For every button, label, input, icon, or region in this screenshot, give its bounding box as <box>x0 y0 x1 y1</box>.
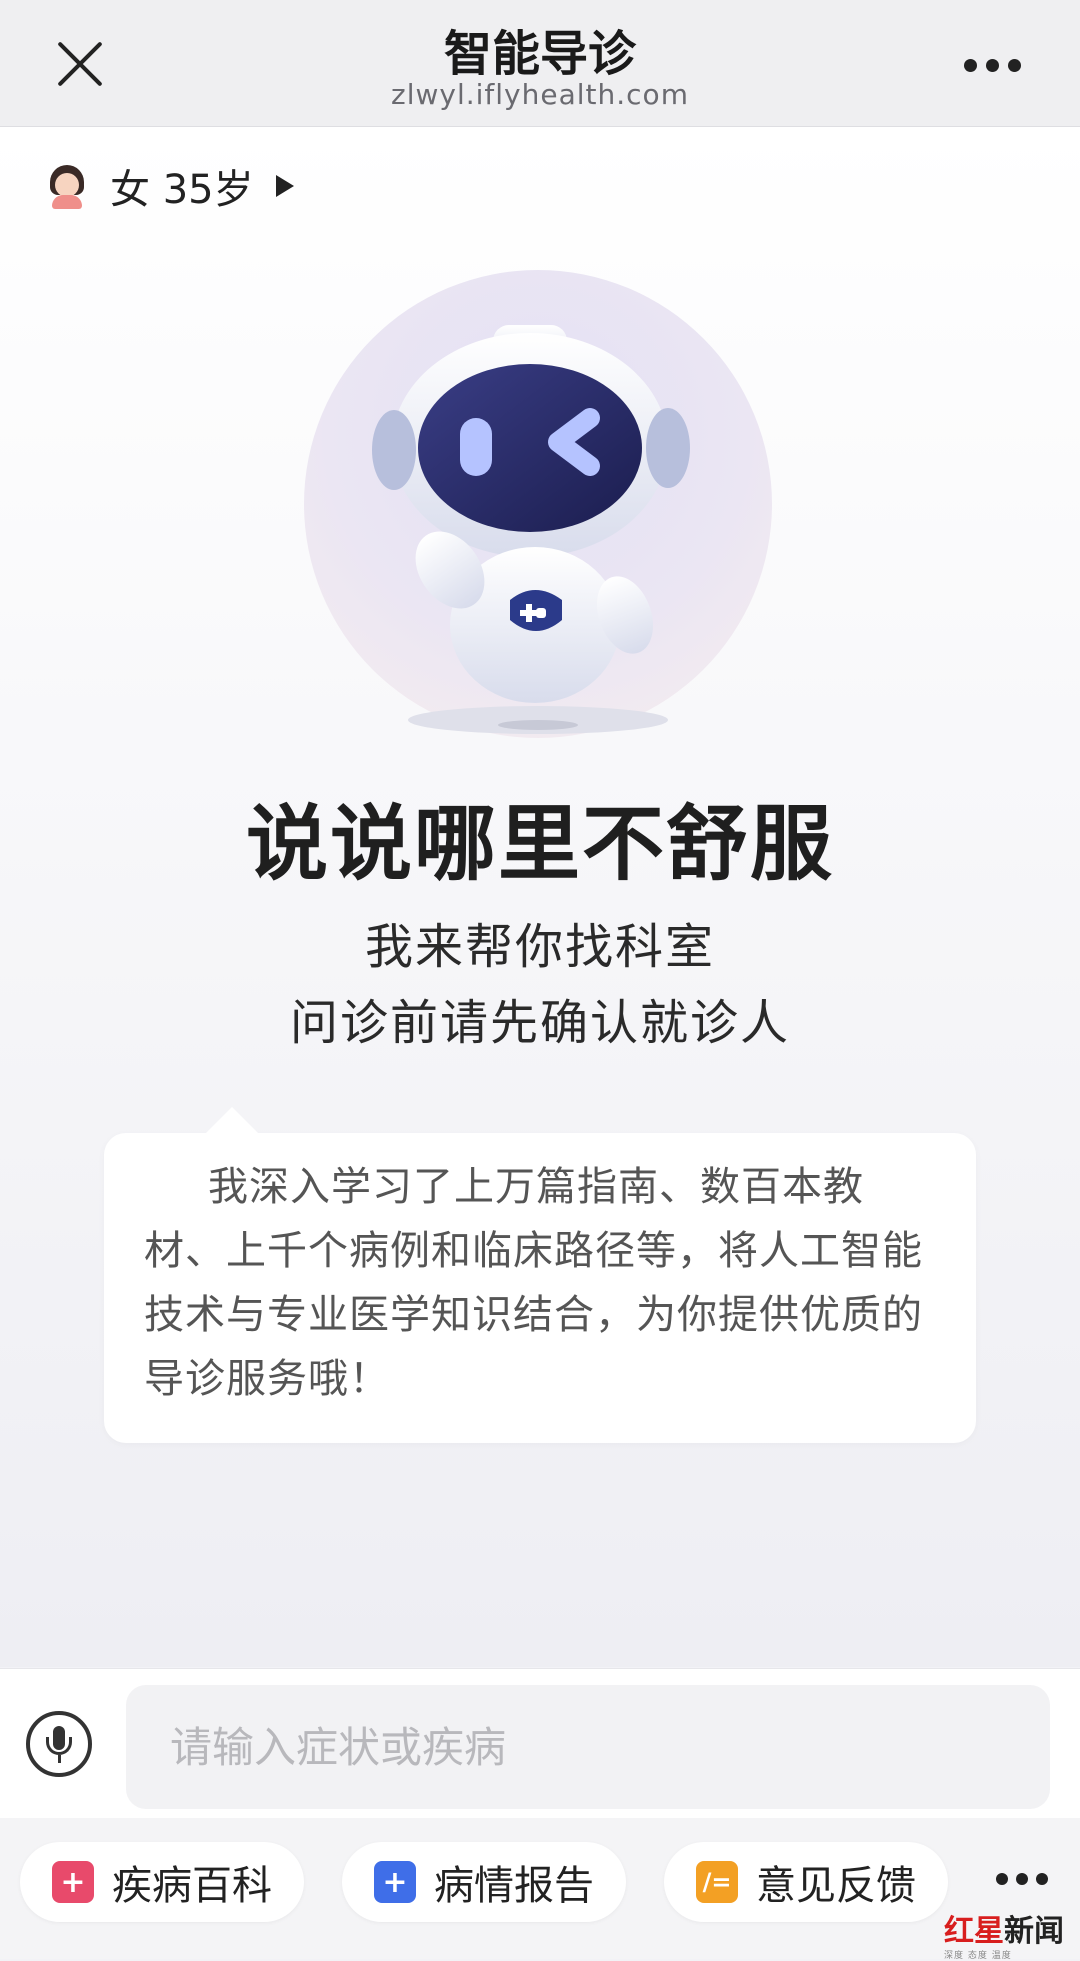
subtitle-find-department: 我来帮你找科室 <box>364 919 715 975</box>
plus-icon: + <box>374 1861 416 1903</box>
patient-selector[interactable]: 女 35岁 <box>44 161 294 213</box>
input-bar <box>0 1668 1080 1819</box>
more-dot-icon <box>1008 58 1021 72</box>
watermark-brand-black: 新闻 <box>1004 1914 1064 1949</box>
watermark-brand-red: 红星 <box>944 1914 1004 1949</box>
disease-encyclopedia-button[interactable]: + 疾病百科 <box>20 1842 304 1922</box>
main-content: 女 35岁 说说哪里不舒服 我来帮你找科室 问诊前请先确认就诊人 我深入学习了上… <box>0 127 1080 1667</box>
toolbar-item-label: 意见反馈 <box>756 1863 916 1909</box>
intro-message-bubble: 我深入学习了上万篇指南、数百本教材、上千个病例和临床路径等，将人工智能技术与专业… <box>104 1107 976 1443</box>
page-title: 智能导诊 <box>443 26 636 82</box>
symptom-search-input[interactable] <box>126 1685 1050 1809</box>
headline: 说说哪里不舒服 <box>245 797 834 892</box>
more-dot-icon <box>996 1873 1008 1885</box>
patient-avatar-icon <box>44 163 90 209</box>
robot-mascot-icon <box>372 325 690 734</box>
more-options-button[interactable] <box>964 50 1034 80</box>
subtitle-confirm-patient: 问诊前请先确认就诊人 <box>289 995 790 1051</box>
robot-mascot <box>300 270 780 770</box>
book-plus-icon: + <box>52 1861 94 1903</box>
news-watermark-logo: 红星新闻 深度 态度 温度 <box>944 1906 1074 1961</box>
intro-message-text: 我深入学习了上万篇指南、数百本教材、上千个病例和临床路径等，将人工智能技术与专业… <box>144 1164 923 1402</box>
patient-info: 女 35岁 <box>110 167 254 213</box>
page-url: zlwyl.iflyhealth.com <box>391 78 689 111</box>
more-dot-icon <box>1016 1873 1028 1885</box>
more-dot-icon <box>964 58 977 72</box>
toolbar-item-label: 疾病百科 <box>112 1863 272 1909</box>
more-dot-icon <box>986 58 999 72</box>
microphone-button[interactable] <box>26 1711 92 1777</box>
edit-icon: /= <box>696 1861 738 1903</box>
toolbar-more-button[interactable] <box>996 1873 1048 1885</box>
toolbar-item-label: 病情报告 <box>434 1863 594 1909</box>
feedback-button[interactable]: /= 意见反馈 <box>664 1842 948 1922</box>
triangle-right-icon <box>275 175 294 197</box>
condition-report-button[interactable]: + 病情报告 <box>342 1842 626 1922</box>
bottom-toolbar: + 疾病百科 + 病情报告 /= 意见反馈 红星新闻 深度 态度 温度 <box>0 1818 1080 1961</box>
top-nav-bar: 智能导诊 zlwyl.iflyhealth.com <box>0 0 1080 127</box>
more-dot-icon <box>1036 1873 1048 1885</box>
